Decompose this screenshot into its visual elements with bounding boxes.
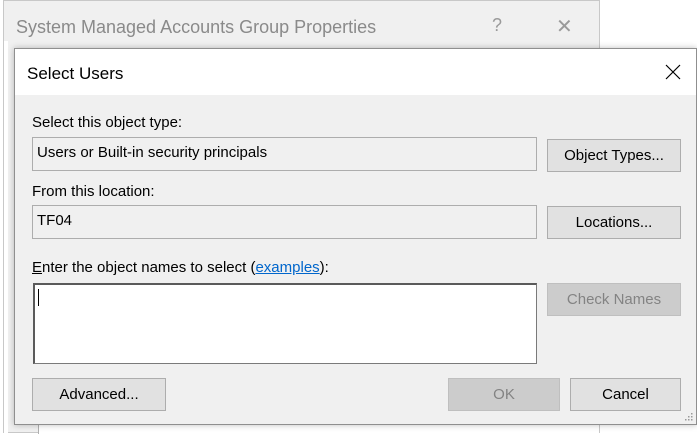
locations-button[interactable]: Locations... <box>547 206 681 239</box>
object-type-label: Select this object type: <box>32 114 183 131</box>
text-caret <box>38 289 39 306</box>
cancel-button[interactable]: Cancel <box>570 378 681 411</box>
object-names-label-accesskey: E <box>32 259 43 276</box>
object-names-label-suffix: ): <box>319 259 329 276</box>
examples-link[interactable]: examples <box>255 259 319 276</box>
dialog-titlebar: Select Users <box>15 49 696 95</box>
parent-window-title: System Managed Accounts Group Properties <box>16 17 377 37</box>
dialog-close-button[interactable] <box>650 49 696 95</box>
ok-button[interactable]: OK <box>448 378 560 411</box>
parent-help-button[interactable]: ? <box>492 15 502 36</box>
parent-close-button[interactable]: ✕ <box>556 14 573 39</box>
location-field: TF04 <box>32 205 537 239</box>
object-types-button[interactable]: Object Types... <box>547 139 681 172</box>
close-icon <box>665 64 681 80</box>
object-names-label: Enter the object names to select (exampl… <box>32 259 329 276</box>
select-users-dialog: Select Users Select this object type: Us… <box>14 48 697 425</box>
check-names-button[interactable]: Check Names <box>547 283 681 316</box>
location-label: From this location: <box>32 183 155 200</box>
advanced-button[interactable]: Advanced... <box>32 378 166 411</box>
object-names-label-text: nter the object names to select ( <box>42 259 256 276</box>
parent-left-edge <box>4 41 8 434</box>
object-names-input[interactable] <box>33 283 537 364</box>
resize-grip-icon[interactable] <box>683 411 693 421</box>
dialog-title: Select Users <box>27 64 124 83</box>
object-type-field: Users or Built-in security principals <box>32 137 537 171</box>
